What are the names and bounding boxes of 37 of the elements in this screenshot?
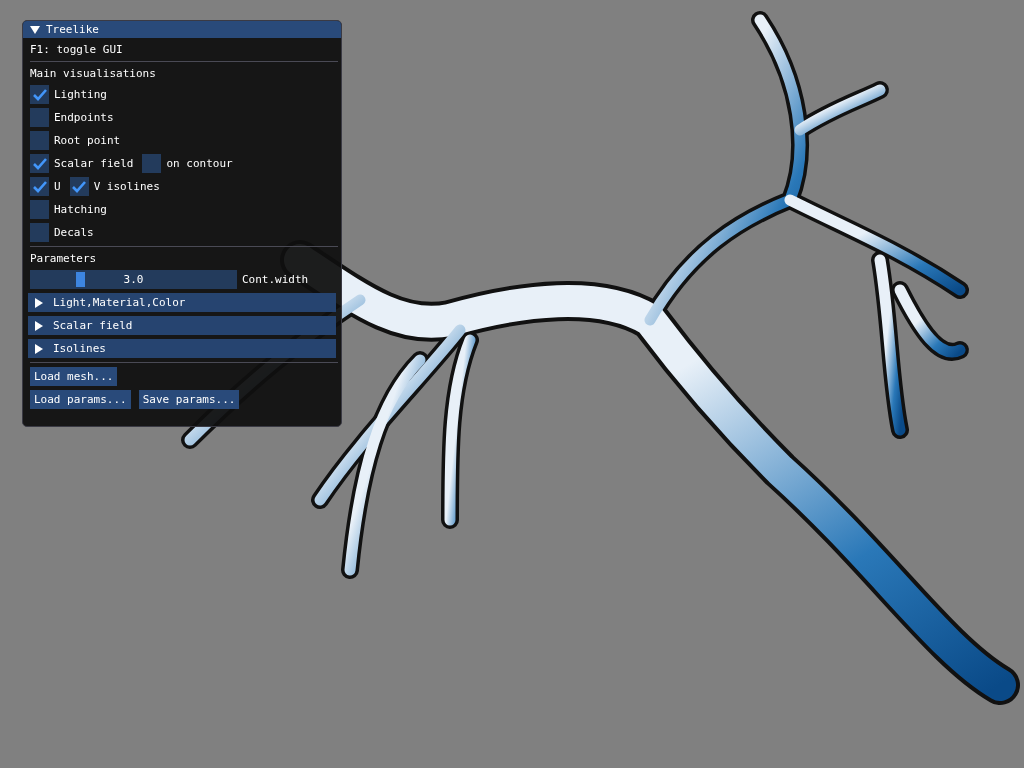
checkbox[interactable]	[30, 177, 49, 196]
collapsing-header[interactable]: Light,Material,Color	[28, 293, 336, 312]
collapsing-header[interactable]: Isolines	[28, 339, 336, 358]
header-label: Isolines	[53, 342, 106, 355]
checkbox-label[interactable]: Root point	[54, 134, 121, 147]
slider-label: Cont.width	[242, 273, 309, 286]
panel-title-bar[interactable]: Treelike	[23, 21, 341, 38]
action-button[interactable]: Load mesh...	[30, 367, 118, 386]
checkbox-label[interactable]: Decals	[54, 226, 94, 239]
checkbox[interactable]	[30, 131, 49, 150]
checkbox[interactable]	[30, 85, 49, 104]
checkbox[interactable]	[142, 154, 162, 173]
checkbox-label[interactable]: on contour	[166, 157, 233, 170]
slider[interactable]: 3.0	[30, 270, 237, 289]
checkbox-label[interactable]: Lighting	[54, 88, 107, 101]
checkbox[interactable]	[30, 200, 49, 219]
checkbox-label[interactable]: V isolines	[93, 180, 160, 193]
action-button[interactable]: Load params...	[30, 390, 131, 409]
action-button[interactable]: Save params...	[138, 390, 240, 409]
slider-value: 3.0	[123, 273, 144, 286]
panel-title: Treelike	[46, 23, 99, 36]
checkbox-label[interactable]: U	[54, 180, 61, 193]
checkbox-label[interactable]: Hatching	[54, 203, 107, 216]
section-heading: Main visualisations	[29, 66, 157, 81]
checkbox-label[interactable]: Scalar field	[54, 157, 134, 170]
header-label: Scalar field	[53, 319, 133, 332]
collapsing-header[interactable]: Scalar field	[28, 316, 336, 335]
hint-text: F1: toggle GUI	[29, 42, 124, 57]
checkbox-label[interactable]: Endpoints	[54, 111, 114, 124]
checkbox[interactable]	[30, 223, 49, 242]
checkbox[interactable]	[30, 154, 49, 173]
section-heading: Parameters	[29, 251, 98, 266]
checkbox[interactable]	[69, 177, 89, 196]
header-label: Light,Material,Color	[53, 296, 186, 309]
slider-thumb[interactable]	[75, 272, 85, 287]
collapse-triangle-icon[interactable]	[30, 25, 40, 34]
checkbox[interactable]	[30, 108, 49, 127]
